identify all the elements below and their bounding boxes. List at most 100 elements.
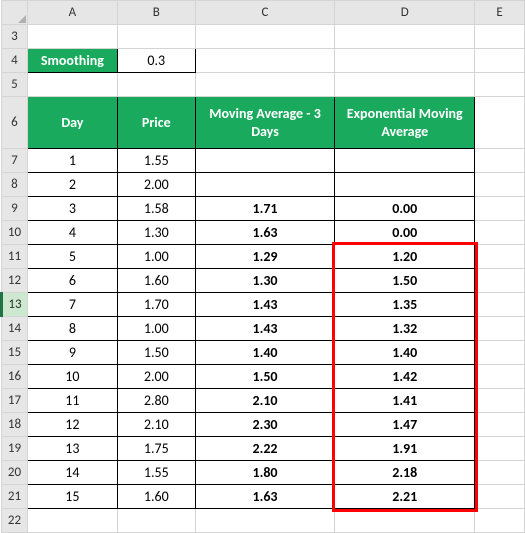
cell[interactable]: 1.58 [117, 197, 195, 221]
cell[interactable]: 2.10 [117, 413, 195, 437]
row-header[interactable]: 21 [2, 485, 28, 509]
row-header[interactable]: 18 [2, 413, 28, 437]
cell[interactable] [335, 73, 475, 97]
table-row[interactable]: 1151.001.291.20 [2, 245, 525, 269]
cell[interactable]: 1.43 [195, 317, 335, 341]
cell[interactable] [475, 197, 525, 221]
row-header[interactable]: 13 [2, 293, 28, 317]
spreadsheet-grid[interactable]: A B C D E 3 4 Smoothing 0.3 5 6 Day Pric… [0, 0, 525, 533]
cell[interactable]: 2 [27, 173, 117, 197]
cell[interactable]: 1.43 [195, 293, 335, 317]
cell[interactable] [475, 173, 525, 197]
col-header-b[interactable]: B [117, 1, 195, 25]
cell[interactable] [475, 221, 525, 245]
row-header[interactable]: 11 [2, 245, 28, 269]
cell[interactable]: 1.42 [335, 365, 475, 389]
cell[interactable] [475, 365, 525, 389]
cell[interactable] [117, 73, 195, 97]
cell[interactable] [475, 389, 525, 413]
cell[interactable]: 1.41 [335, 389, 475, 413]
cell[interactable]: 4 [27, 221, 117, 245]
cell[interactable]: 14 [27, 461, 117, 485]
table-row[interactable]: 931.581.710.00 [2, 197, 525, 221]
cell[interactable] [195, 149, 335, 173]
row-header[interactable]: 6 [2, 97, 28, 149]
cell[interactable] [335, 173, 475, 197]
cell[interactable]: 1.50 [195, 365, 335, 389]
row-header[interactable]: 10 [2, 221, 28, 245]
cell[interactable] [475, 245, 525, 269]
cell[interactable]: 1.60 [117, 485, 195, 509]
header-ma[interactable]: Moving Average - 3 Days [195, 97, 335, 149]
cell[interactable] [475, 97, 525, 149]
cell[interactable]: 5 [27, 245, 117, 269]
cell[interactable] [475, 413, 525, 437]
cell[interactable] [475, 341, 525, 365]
cell[interactable]: 1.70 [117, 293, 195, 317]
row-header[interactable]: 16 [2, 365, 28, 389]
table-row[interactable]: 1371.701.431.35 [2, 293, 525, 317]
cell[interactable] [195, 49, 335, 73]
cell[interactable] [475, 437, 525, 461]
cell[interactable]: 1.50 [335, 269, 475, 293]
cell[interactable]: 10 [27, 365, 117, 389]
cell[interactable] [335, 509, 475, 533]
cell[interactable]: 11 [27, 389, 117, 413]
row-header[interactable]: 14 [2, 317, 28, 341]
header-price[interactable]: Price [117, 97, 195, 149]
cell[interactable] [335, 149, 475, 173]
table-row[interactable]: 1481.001.431.32 [2, 317, 525, 341]
table-row[interactable]: 1591.501.401.40 [2, 341, 525, 365]
row-header[interactable]: 15 [2, 341, 28, 365]
row-header[interactable]: 19 [2, 437, 28, 461]
table-row[interactable]: 711.55 [2, 149, 525, 173]
col-header-c[interactable]: C [195, 1, 335, 25]
cell[interactable]: 1.32 [335, 317, 475, 341]
cell[interactable] [195, 73, 335, 97]
cell[interactable]: 1.00 [117, 317, 195, 341]
cell[interactable]: 1.71 [195, 197, 335, 221]
cell[interactable] [27, 509, 117, 533]
row-header[interactable]: 8 [2, 173, 28, 197]
table-row[interactable]: 18122.102.301.47 [2, 413, 525, 437]
col-header-e[interactable]: E [475, 1, 525, 25]
cell[interactable]: 15 [27, 485, 117, 509]
select-all-corner[interactable] [2, 1, 28, 25]
cell[interactable] [475, 25, 525, 49]
cell[interactable] [475, 485, 525, 509]
cell[interactable]: 1.63 [195, 485, 335, 509]
table-row[interactable]: 822.00 [2, 173, 525, 197]
table-row[interactable]: 20141.551.802.18 [2, 461, 525, 485]
header-day[interactable]: Day [27, 97, 117, 149]
cell[interactable]: 1.30 [195, 269, 335, 293]
cell[interactable]: 1.91 [335, 437, 475, 461]
cell[interactable]: 12 [27, 413, 117, 437]
cell[interactable] [475, 149, 525, 173]
cell[interactable]: 2.00 [117, 365, 195, 389]
cell[interactable]: 1.60 [117, 269, 195, 293]
cell[interactable] [475, 269, 525, 293]
cell[interactable]: 1.50 [117, 341, 195, 365]
cell[interactable]: 2.18 [335, 461, 475, 485]
cell[interactable]: 13 [27, 437, 117, 461]
cell[interactable]: 2.00 [117, 173, 195, 197]
table-row[interactable]: 21151.601.632.21 [2, 485, 525, 509]
cell[interactable]: 1.63 [195, 221, 335, 245]
cell[interactable]: 1 [27, 149, 117, 173]
cell[interactable] [195, 25, 335, 49]
cell[interactable]: 1.29 [195, 245, 335, 269]
cell[interactable] [475, 317, 525, 341]
table-row[interactable]: 19131.752.221.91 [2, 437, 525, 461]
cell[interactable]: 6 [27, 269, 117, 293]
cell[interactable] [475, 73, 525, 97]
table-row[interactable]: 1261.601.301.50 [2, 269, 525, 293]
cell[interactable] [27, 25, 117, 49]
table-row[interactable]: 17112.802.101.41 [2, 389, 525, 413]
cell[interactable]: 2.10 [195, 389, 335, 413]
cell[interactable] [475, 293, 525, 317]
cell[interactable]: 9 [27, 341, 117, 365]
cell[interactable] [195, 173, 335, 197]
row-header[interactable]: 7 [2, 149, 28, 173]
cell[interactable] [117, 25, 195, 49]
cell[interactable] [335, 25, 475, 49]
